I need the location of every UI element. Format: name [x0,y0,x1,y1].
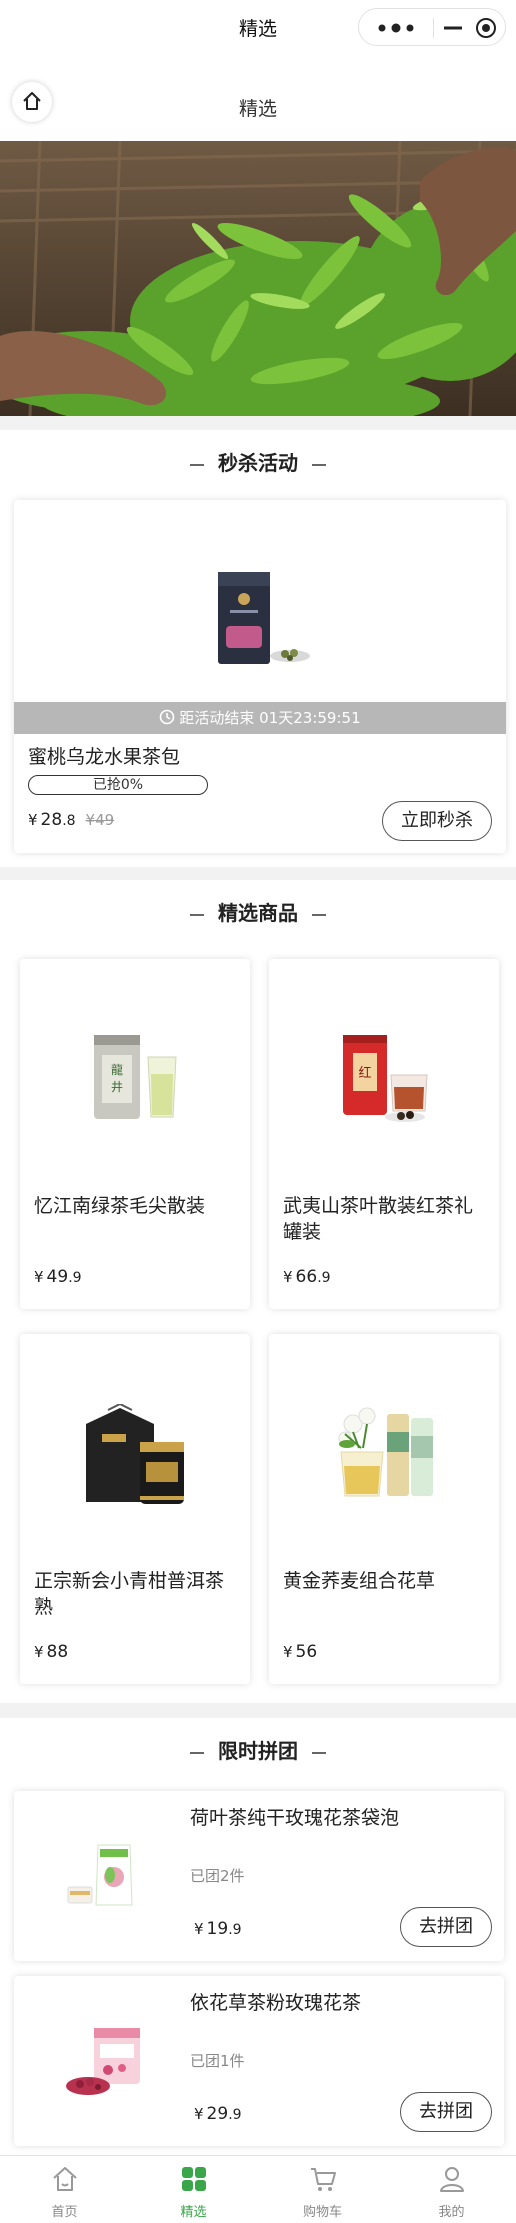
svg-text:井: 井 [111,1080,123,1094]
group-buy-section: 限时拼团 荷叶茶纯干玫瑰花茶袋泡 已团2件 ¥19.9 去拼团 依花草茶粉玫瑰花… [0,1718,516,2155]
join-group-button[interactable]: 去拼团 [400,2092,492,2132]
product-price: ¥88 [34,1642,69,1662]
original-price: ¥49 [85,811,115,829]
tab-label: 首页 [51,2205,78,2220]
tab-featured[interactable]: 精选 [129,2156,258,2223]
minus-icon[interactable] [443,17,463,39]
svg-text:龍: 龍 [111,1062,123,1077]
product-price: ¥66.9 [283,1267,331,1287]
product-card[interactable]: 红 武夷山茶叶散装红茶礼罐装 ¥66.9 [269,959,499,1309]
lotus-leaf-tea-image [67,1844,133,1906]
group-buy-heading: 限时拼团 [0,1735,516,1764]
sold-progress-label: 已抢0% [92,777,144,793]
group-buy-card[interactable]: 依花草茶粉玫瑰花茶 已团1件 ¥29.9 去拼团 [14,1976,504,2146]
capsule-divider [433,18,434,38]
flash-sale-card[interactable]: 距活动结束 01天23:59:51 蜜桃乌龙水果茶包 已抢0% ¥28.8 ¥49… [14,500,506,853]
countdown-value: 01天23:59:51 [259,709,361,727]
group-buy-card[interactable]: 荷叶茶纯干玫瑰花茶袋泡 已团2件 ¥19.9 去拼团 [14,1791,504,1961]
group-price: ¥19.9 [194,1919,242,1939]
tab-label: 精选 [180,2205,207,2220]
product-price: ¥56 [283,1642,318,1662]
more-dots-icon[interactable] [371,17,421,39]
user-icon [440,2167,464,2192]
oolong-tea-pack-image [218,572,310,664]
featured-section: 精选商品 龍 井 忆江南绿茶毛尖散装 ¥49.9 红 武夷山茶叶散装红茶礼罐装 … [0,880,516,1703]
rose-tea-image [66,2028,140,2095]
product-card[interactable]: 龍 井 忆江南绿茶毛尖散装 ¥49.9 [20,959,250,1309]
home-icon [53,2167,77,2191]
clock-icon [160,709,175,725]
tab-label: 购物车 [302,2205,342,2220]
product-name: 忆江南绿茶毛尖散装 [34,1195,206,1217]
flash-sale-heading: 秒杀活动 [0,447,516,476]
product-card[interactable]: 正宗新会小青柑普洱茶熟 ¥88 [20,1334,250,1684]
join-group-button[interactable]: 去拼团 [400,1907,492,1947]
green-tea-tin-image: 龍 井 [94,1035,177,1119]
mini-program-capsule [358,8,506,46]
banner-image[interactable] [0,141,516,416]
product-price: ¥49.9 [34,1267,82,1287]
featured-heading: 精选商品 [0,897,516,926]
flash-sale-product-name: 蜜桃乌龙水果茶包 [28,746,181,768]
pu-erh-tea-box-image [86,1404,184,1504]
svg-text:红: 红 [358,1065,371,1081]
featured-title: 精选商品 [218,901,298,925]
group-buy-title: 限时拼团 [218,1739,298,1763]
page-title: 精选 [238,98,277,120]
group-price: ¥29.9 [194,2104,242,2124]
target-circle-icon[interactable] [475,17,497,39]
flash-sale-price: ¥28.8 ¥49 [28,810,115,830]
tab-home[interactable]: 首页 [0,2156,129,2223]
flash-sale-section: 秒杀活动 距活动结束 01天23:59:51 蜜桃乌龙水果茶包 已抢0% ¥28… [0,430,516,867]
buckwheat-flower-tea-image [338,1407,433,1497]
tab-cart[interactable]: 购物车 [258,2156,387,2223]
product-name: 武夷山茶叶散装红茶礼罐装 [283,1195,474,1243]
group-joined-count: 已团1件 [190,2052,245,2070]
black-tea-can-image: 红 [343,1035,428,1122]
tab-label: 我的 [438,2205,465,2220]
buy-now-button[interactable]: 立即秒杀 [382,801,492,841]
flash-sale-title: 秒杀活动 [218,451,298,475]
tab-profile[interactable]: 我的 [387,2156,516,2223]
product-name: 正宗新会小青柑普洱茶熟 [34,1570,225,1618]
page-navbar: 精选 [0,55,516,141]
grid-icon [182,2167,206,2191]
title-bar: 精选 [0,0,516,55]
countdown-bar: 距活动结束 01天23:59:51 [14,702,506,734]
countdown-prefix: 距活动结束 [179,709,255,727]
group-product-name: 荷叶茶纯干玫瑰花茶袋泡 [190,1807,400,1829]
sold-progress-bar: 已抢0% [28,775,208,795]
bottom-tab-bar: 首页 精选 购物车 我的 [0,2155,516,2223]
tea-picking-illustration [0,141,516,416]
product-card[interactable]: 黄金荞麦组合花草 ¥56 [269,1334,499,1684]
group-product-name: 依花草茶粉玫瑰花茶 [190,1992,362,2014]
cart-icon [311,2168,336,2191]
group-joined-count: 已团2件 [190,1867,245,1885]
product-name: 黄金荞麦组合花草 [283,1570,436,1592]
